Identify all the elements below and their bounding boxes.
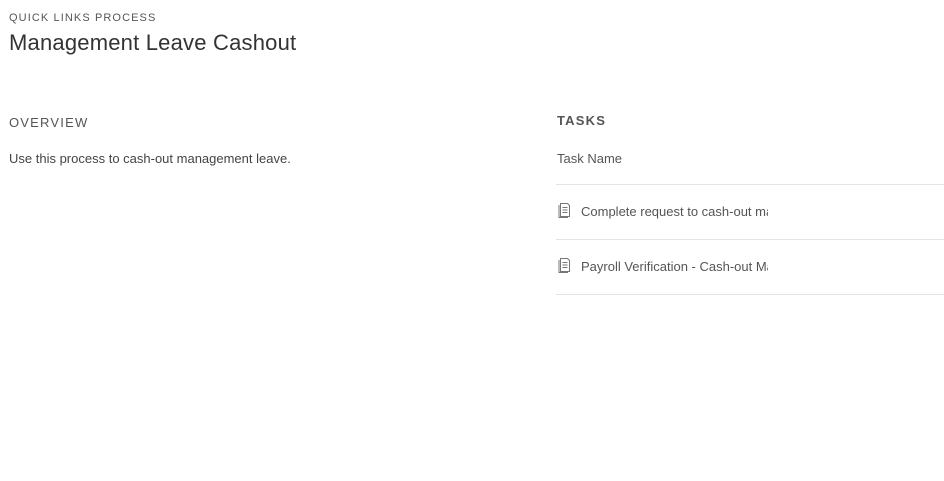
task-list: Complete request to cash-out management … [556, 184, 944, 295]
document-icon [558, 202, 572, 218]
task-row-payroll-verification[interactable]: Payroll Verification - Cash-out Manageme… [556, 240, 944, 295]
tasks-heading: TASKS [557, 113, 607, 128]
document-icon [558, 257, 572, 273]
overview-description: Use this process to cash-out management … [9, 151, 291, 166]
overview-heading: OVERVIEW [9, 115, 89, 130]
task-label[interactable]: Payroll Verification - Cash-out Manageme… [581, 259, 768, 274]
task-label[interactable]: Complete request to cash-out management … [581, 204, 768, 219]
page: QUICK LINKS PROCESS Management Leave Cas… [0, 0, 944, 481]
task-row-complete-request[interactable]: Complete request to cash-out management … [556, 185, 944, 240]
page-eyebrow: QUICK LINKS PROCESS [9, 12, 157, 24]
task-name-column-header: Task Name [557, 151, 623, 166]
page-title: Management Leave Cashout [9, 30, 297, 55]
